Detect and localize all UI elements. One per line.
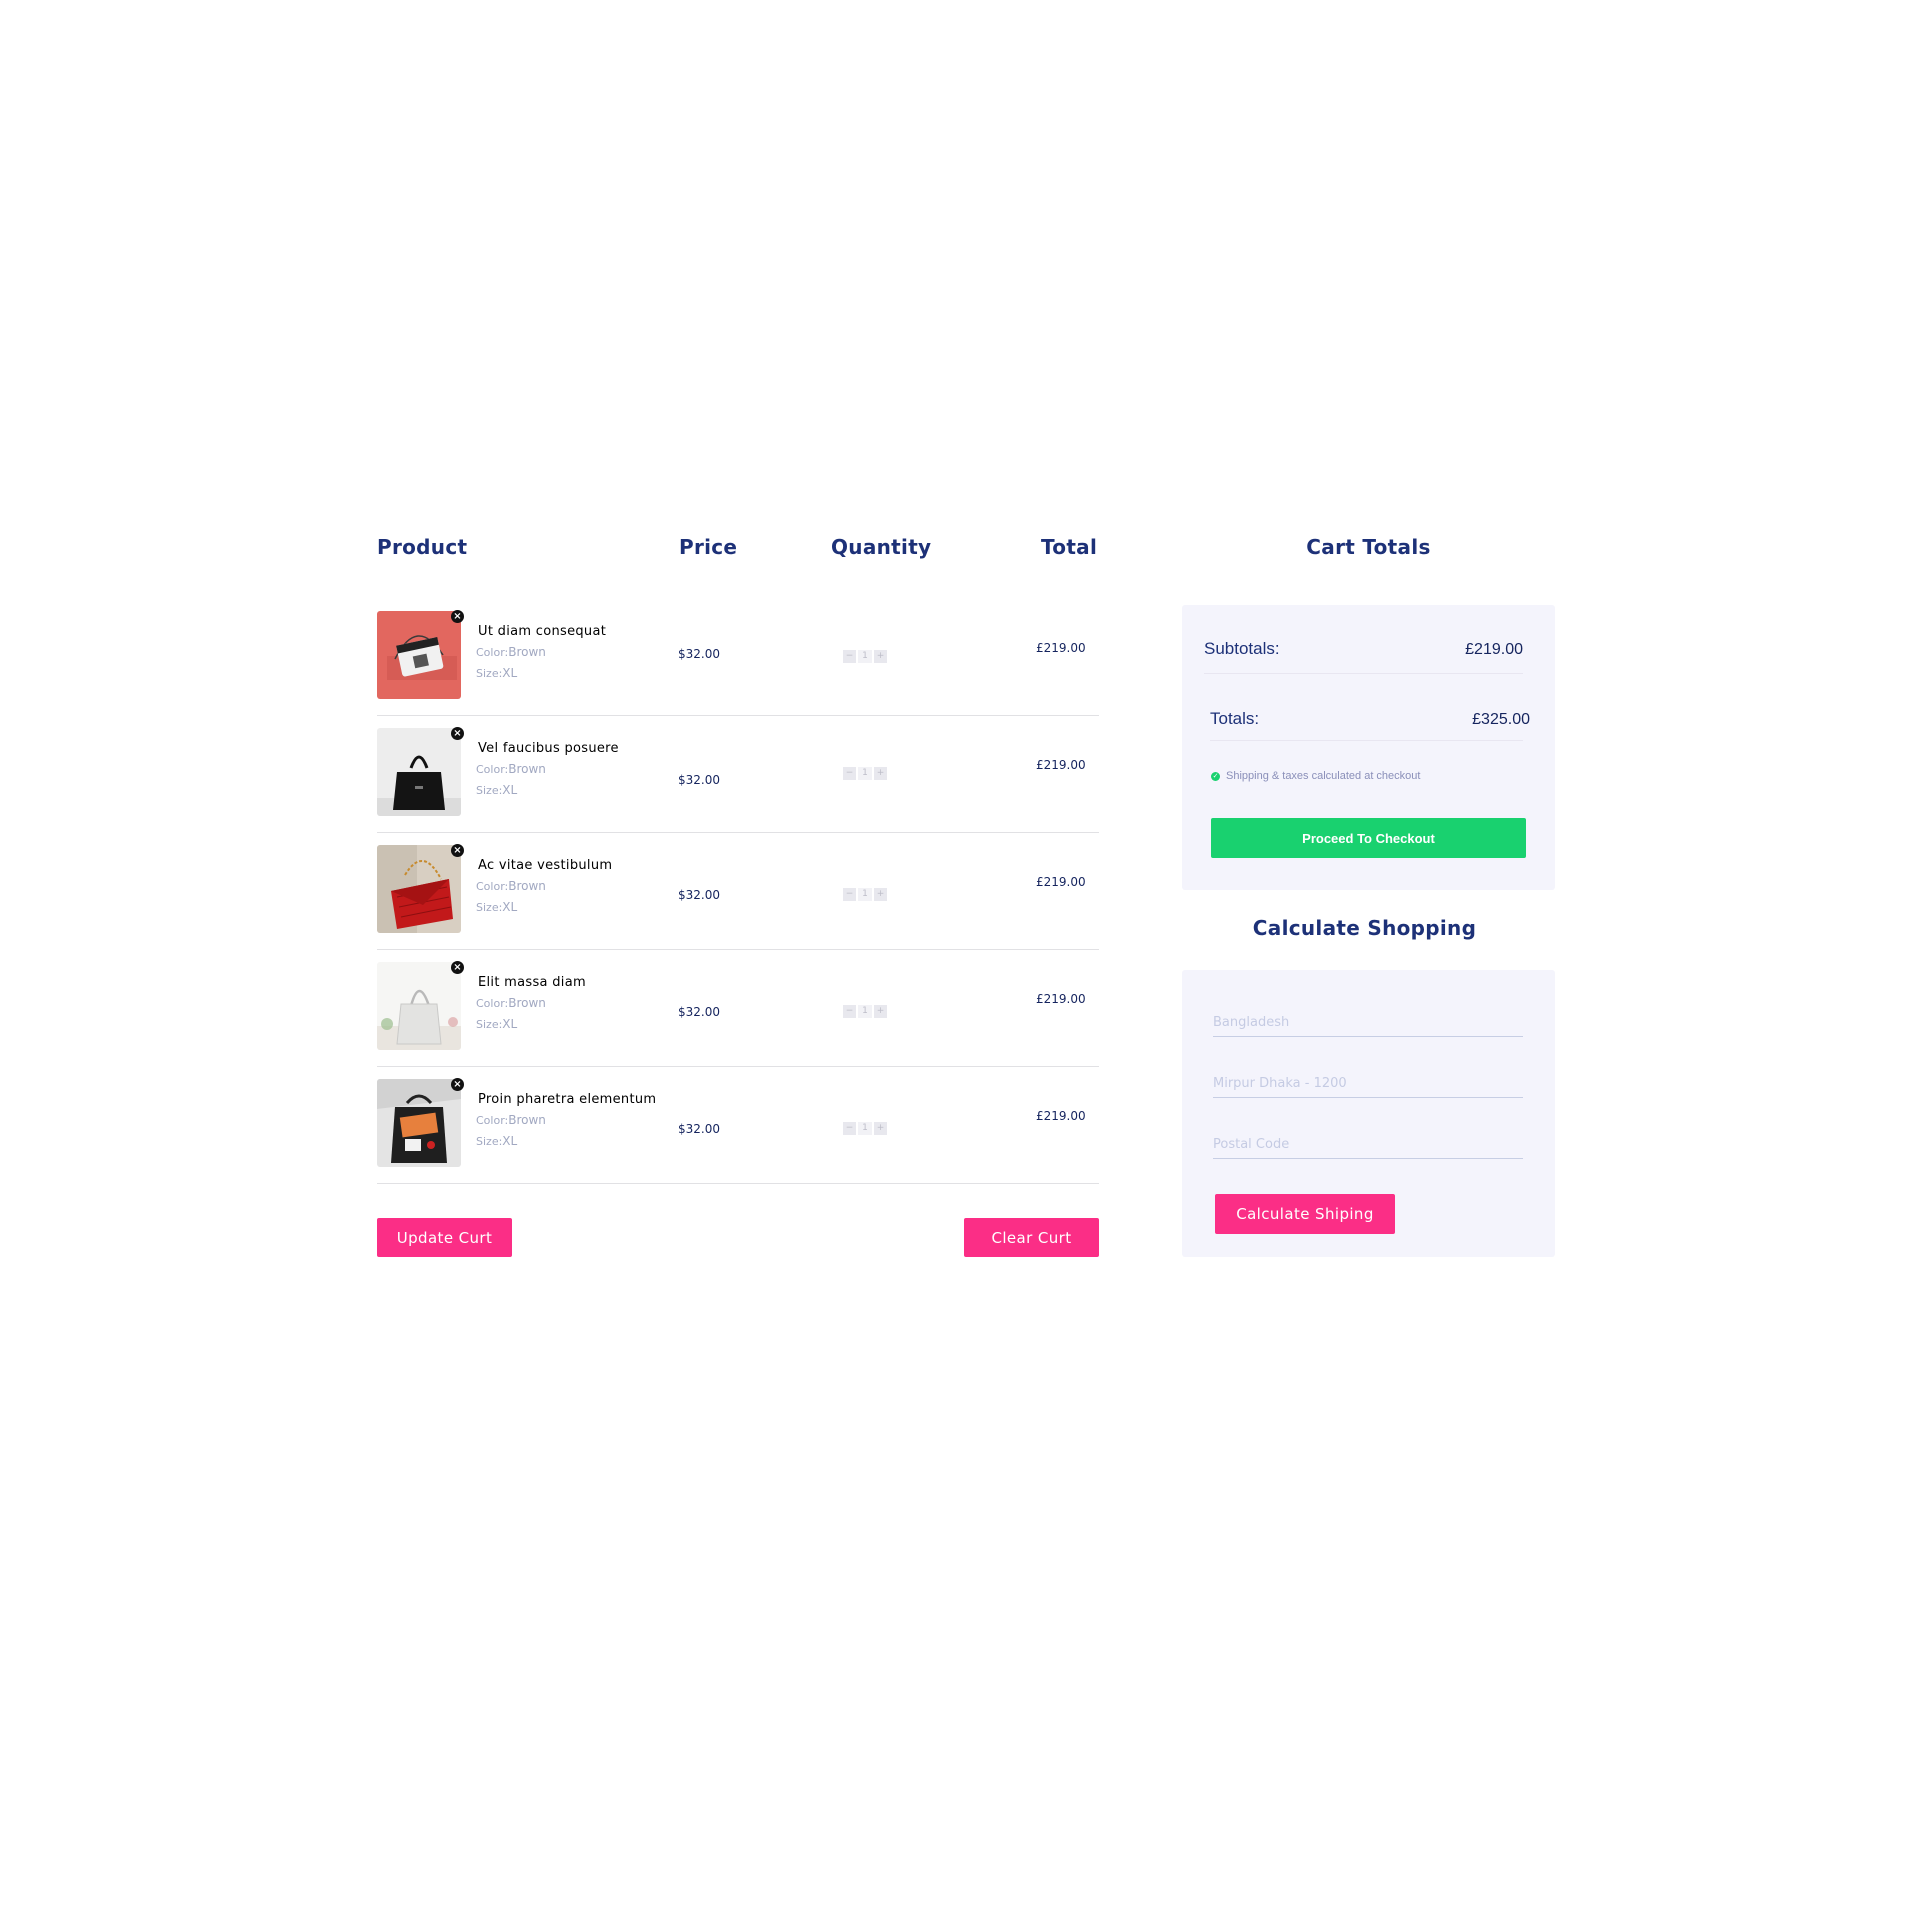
product-total: £219.00 xyxy=(1036,1109,1086,1123)
product-name: Elit massa diam xyxy=(478,975,586,990)
subtotals-label: Subtotals: xyxy=(1204,639,1280,658)
product-name: Proin pharetra elementum xyxy=(478,1092,657,1107)
product-price: $32.00 xyxy=(678,888,720,902)
header-price: Price xyxy=(679,535,738,559)
product-price: $32.00 xyxy=(678,1005,720,1019)
divider xyxy=(1204,673,1523,674)
product-size: Size:XL xyxy=(476,666,518,680)
table-row: × Ac vitae vestibulum Color:Brown Size:X… xyxy=(377,832,1099,950)
product-name: Ut diam consequat xyxy=(478,624,607,639)
cart-totals-title: Cart Totals xyxy=(1306,535,1431,559)
remove-item-icon[interactable]: × xyxy=(451,1078,464,1091)
product-image xyxy=(377,728,461,816)
quantity-stepper: − 1 + xyxy=(843,1122,887,1135)
postal-code-input[interactable] xyxy=(1213,1130,1523,1159)
product-total: £219.00 xyxy=(1036,641,1086,655)
country-input[interactable] xyxy=(1213,1008,1523,1037)
table-row: × Vel faucibus posuere Color:Brown Size:… xyxy=(377,715,1099,833)
increment-button[interactable]: + xyxy=(874,650,887,663)
check-icon: ✓ xyxy=(1211,771,1220,781)
decrement-button[interactable]: − xyxy=(843,888,856,901)
calculate-shipping-button[interactable]: Calculate Shiping xyxy=(1215,1194,1395,1234)
product-color: Color:Brown xyxy=(476,762,546,776)
quantity-value[interactable]: 1 xyxy=(858,888,872,901)
product-size: Size:XL xyxy=(476,900,518,914)
quantity-stepper: − 1 + xyxy=(843,650,887,663)
decrement-button[interactable]: − xyxy=(843,1005,856,1018)
product-image xyxy=(377,845,461,933)
increment-button[interactable]: + xyxy=(874,767,887,780)
increment-button[interactable]: + xyxy=(874,1122,887,1135)
product-total: £219.00 xyxy=(1036,992,1086,1006)
remove-item-icon[interactable]: × xyxy=(451,844,464,857)
decrement-button[interactable]: − xyxy=(843,1122,856,1135)
cart-totals-panel: Subtotals: £219.00 Totals: £325.00 ✓ Shi… xyxy=(1182,605,1555,890)
product-price: $32.00 xyxy=(678,773,720,787)
header-total: Total xyxy=(1041,535,1098,559)
quantity-stepper: − 1 + xyxy=(843,1005,887,1018)
remove-item-icon[interactable]: × xyxy=(451,961,464,974)
quantity-value[interactable]: 1 xyxy=(858,1122,872,1135)
city-input[interactable] xyxy=(1213,1069,1523,1098)
product-size: Size:XL xyxy=(476,783,518,797)
product-total: £219.00 xyxy=(1036,758,1086,772)
remove-item-icon[interactable]: × xyxy=(451,610,464,623)
clear-cart-button[interactable]: Clear Curt xyxy=(964,1218,1099,1257)
product-total: £219.00 xyxy=(1036,875,1086,889)
quantity-value[interactable]: 1 xyxy=(858,1005,872,1018)
product-color: Color:Brown xyxy=(476,879,546,893)
product-color: Color:Brown xyxy=(476,1113,546,1127)
totals-value: £325.00 xyxy=(1472,711,1530,728)
header-product: Product xyxy=(377,535,468,559)
shipping-note: ✓ Shipping & taxes calculated at checkou… xyxy=(1211,770,1421,782)
calculate-shipping-panel: Calculate Shiping xyxy=(1182,970,1555,1257)
totals-label: Totals: xyxy=(1210,709,1260,728)
header-quantity: Quantity xyxy=(831,535,932,559)
quantity-stepper: − 1 + xyxy=(843,888,887,901)
proceed-to-checkout-button[interactable]: Proceed To Checkout xyxy=(1211,818,1526,858)
quantity-stepper: − 1 + xyxy=(843,767,887,780)
product-price: $32.00 xyxy=(678,647,720,661)
product-name: Ac vitae vestibulum xyxy=(478,858,613,873)
calculate-shipping-title: Calculate Shopping xyxy=(1252,916,1477,940)
divider xyxy=(1210,740,1523,741)
product-size: Size:XL xyxy=(476,1134,518,1148)
subtotals-value: £219.00 xyxy=(1465,641,1523,658)
decrement-button[interactable]: − xyxy=(843,650,856,663)
product-image xyxy=(377,1079,461,1167)
update-cart-button[interactable]: Update Curt xyxy=(377,1218,512,1257)
table-row: × Elit massa diam Color:Brown Size:XL $3… xyxy=(377,949,1099,1067)
product-color: Color:Brown xyxy=(476,996,546,1010)
product-price: $32.00 xyxy=(678,1122,720,1136)
remove-item-icon[interactable]: × xyxy=(451,727,464,740)
increment-button[interactable]: + xyxy=(874,1005,887,1018)
table-row: × Ut diam consequat Color:Brown Size:XL … xyxy=(377,598,1099,716)
product-name: Vel faucibus posuere xyxy=(478,741,619,756)
table-row: × Proin pharetra elementum Color:Brown S… xyxy=(377,1066,1099,1184)
quantity-value[interactable]: 1 xyxy=(858,767,872,780)
decrement-button[interactable]: − xyxy=(843,767,856,780)
product-size: Size:XL xyxy=(476,1017,518,1031)
quantity-value[interactable]: 1 xyxy=(858,650,872,663)
product-color: Color:Brown xyxy=(476,645,546,659)
product-image xyxy=(377,611,461,699)
product-image xyxy=(377,962,461,1050)
increment-button[interactable]: + xyxy=(874,888,887,901)
